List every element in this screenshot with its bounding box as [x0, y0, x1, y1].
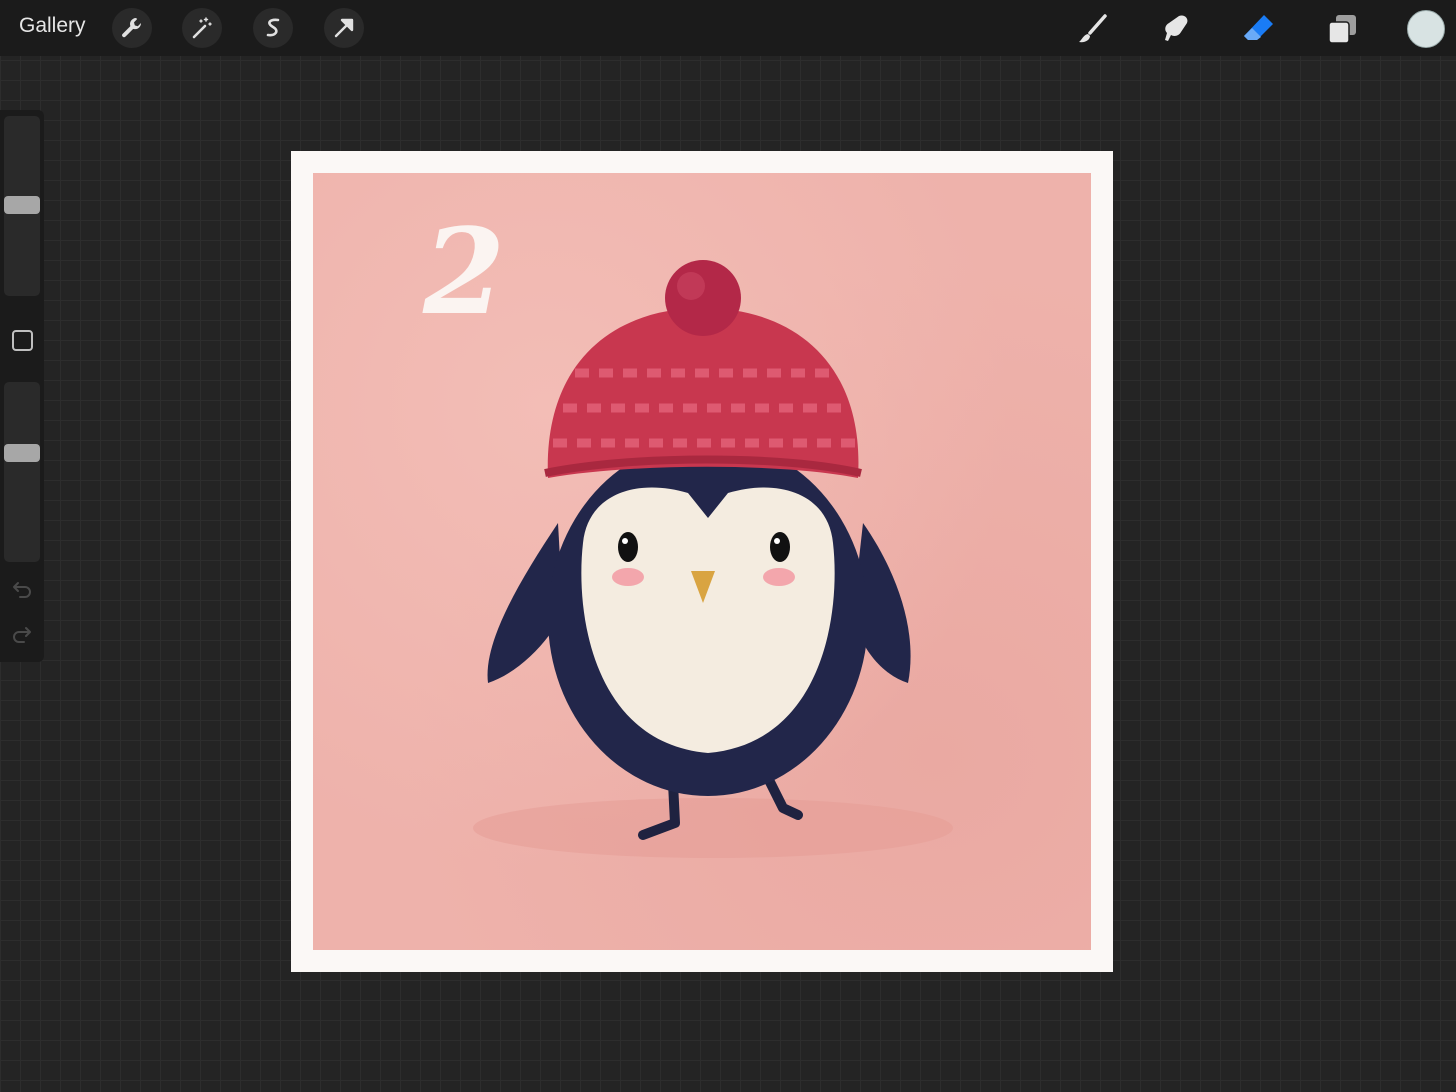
gallery-button[interactable]: Gallery — [19, 14, 86, 38]
color-swatch[interactable] — [1407, 10, 1445, 48]
transform-arrow-icon[interactable] — [324, 8, 364, 48]
magic-wand-icon[interactable] — [182, 8, 222, 48]
wrench-icon[interactable] — [112, 8, 152, 48]
page-number-label: 2 — [423, 202, 506, 341]
modify-button[interactable] — [12, 330, 33, 351]
canvas-artwork[interactable]: 2 — [313, 173, 1091, 950]
brush-size-thumb[interactable] — [4, 196, 40, 214]
selection-icon[interactable] — [253, 8, 293, 48]
brush-size-slider[interactable] — [4, 116, 40, 296]
eraser-icon[interactable] — [1238, 8, 1280, 50]
canvas-frame[interactable]: 2 — [291, 151, 1113, 972]
layers-icon[interactable] — [1321, 8, 1363, 50]
redo-icon[interactable] — [10, 622, 34, 646]
undo-icon[interactable] — [10, 577, 34, 601]
opacity-thumb[interactable] — [4, 444, 40, 462]
top-toolbar: Gallery — [0, 0, 1456, 56]
opacity-slider[interactable] — [4, 382, 40, 562]
smudge-icon[interactable] — [1155, 8, 1197, 50]
sidebar — [0, 110, 44, 662]
brush-icon[interactable] — [1072, 8, 1114, 50]
